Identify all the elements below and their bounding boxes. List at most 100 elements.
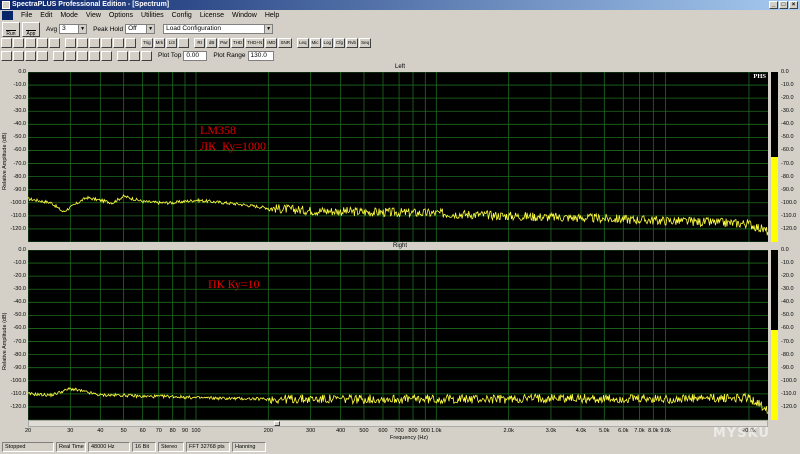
spectrogram-icon[interactable] — [89, 50, 100, 61]
peak-hold-select[interactable]: Off ▼ — [125, 24, 156, 34]
toolbar-icon-6[interactable] — [77, 38, 88, 48]
toolbar-button-db[interactable]: dB — [206, 38, 218, 48]
menu-license[interactable]: License — [196, 10, 228, 21]
toolbar-icon-4[interactable] — [49, 38, 60, 48]
right-spectrum-plot[interactable]: ПК Ку=10 — [28, 250, 768, 420]
peak-hold-label: Peak Hold — [93, 25, 124, 33]
left-annotation: LM358 ЛК Ку=1000 — [200, 123, 267, 153]
menu-window[interactable]: Window — [228, 10, 261, 21]
meter-tick-label: 0.0 — [781, 247, 789, 253]
menu-mode[interactable]: Mode — [56, 10, 82, 21]
meter-tick-label: -90.0 — [781, 186, 794, 193]
toolbar-icon-3[interactable] — [37, 38, 48, 48]
open-icon[interactable] — [13, 50, 24, 61]
x-tick-label: 50 — [120, 428, 127, 434]
zoom-out-icon[interactable] — [129, 50, 140, 61]
run-button[interactable]: Run — [2, 21, 20, 37]
frequency-scrollbar[interactable] — [28, 420, 768, 427]
menu-edit[interactable]: Edit — [36, 10, 56, 21]
toolbar-button-pwr[interactable]: Pwr — [218, 38, 230, 48]
y-tick-label: -100.0 — [10, 199, 26, 206]
3d-surface-icon[interactable] — [101, 50, 112, 61]
left-spectrum-plot[interactable]: LM358 ЛК Ку=1000 PHS — [28, 72, 768, 242]
x-tick-label: 90 — [181, 428, 189, 434]
toolbar-button-cfg[interactable]: Cfg — [334, 38, 346, 48]
right-spectrum-svg — [28, 250, 768, 420]
toolbar-icon-2[interactable] — [25, 38, 36, 48]
print-icon[interactable] — [37, 50, 48, 61]
y-tick-label: -50.0 — [13, 134, 26, 141]
y-tick-label: -20.0 — [13, 95, 26, 102]
minimize-button[interactable]: _ — [769, 1, 778, 9]
toolbar-button-snr[interactable]: SNR — [278, 38, 292, 48]
toolbar-button-rvb[interactable]: Rvb — [346, 38, 359, 48]
toolbar-icon-9[interactable] — [113, 38, 124, 48]
toolbar-button-mic[interactable]: Mic — [309, 38, 321, 48]
x-tick-label: 9.0k — [660, 428, 671, 434]
app-icon — [2, 1, 10, 9]
toolbar-icon-10[interactable] — [125, 38, 136, 48]
y-tick-label: -80.0 — [13, 351, 26, 358]
phase-icon[interactable] — [65, 50, 76, 61]
maximize-button[interactable]: □ — [779, 1, 788, 9]
y-tick-label: -110.0 — [10, 212, 26, 219]
close-button[interactable]: × — [789, 1, 798, 9]
toolbar-icon-5[interactable] — [65, 38, 76, 48]
y-tick-label: -40.0 — [13, 299, 26, 306]
y-tick-label: -60.0 — [13, 325, 26, 332]
toolbar-button-log[interactable]: Log — [321, 38, 334, 48]
toolbar-button-leq[interactable]: Leq — [297, 38, 309, 48]
y-tick-label: -120.0 — [10, 225, 26, 232]
new-icon[interactable] — [1, 50, 12, 61]
configuration-select[interactable]: Load Configuration ▼ — [163, 24, 274, 34]
x-tick-label: 700 — [394, 428, 404, 434]
toolbar-button-trig[interactable]: Trig — [141, 38, 153, 48]
menu-options[interactable]: Options — [105, 10, 137, 21]
meter-tick-label: -80.0 — [781, 173, 794, 180]
meter-tick-label: -50.0 — [781, 312, 794, 319]
meter-tick-label: -20.0 — [781, 273, 794, 280]
left-level-meter-fill — [771, 157, 778, 242]
x-tick-label: 800 — [408, 428, 418, 434]
grid-icon[interactable] — [141, 50, 152, 61]
spectrum-icon[interactable] — [53, 50, 64, 61]
x-tick-label: 7.0k — [634, 428, 645, 434]
toolbar-icon-7[interactable] — [89, 38, 100, 48]
toolbar-icon-14[interactable] — [178, 38, 190, 48]
menu-help[interactable]: Help — [261, 10, 283, 21]
y-tick-label: -60.0 — [13, 147, 26, 154]
left-level-meter — [771, 72, 778, 242]
toolbar-icon-0[interactable] — [1, 38, 12, 48]
document-icon[interactable] — [2, 11, 13, 20]
save-icon[interactable] — [25, 50, 36, 61]
menu-file[interactable]: File — [17, 10, 36, 21]
meter-tick-label: -20.0 — [781, 95, 794, 102]
toolbar-button-rt[interactable]: Rt — [194, 38, 206, 48]
time-series-icon[interactable] — [77, 50, 88, 61]
scrollbar-thumb[interactable] — [274, 421, 280, 426]
menu-view[interactable]: View — [82, 10, 105, 21]
menu-utilities[interactable]: Utilities — [137, 10, 168, 21]
plot-range-input[interactable]: 130.0 — [247, 50, 274, 61]
app-button[interactable]: App — [22, 21, 40, 37]
toolbar-button-imd[interactable]: IMD — [265, 38, 278, 48]
x-tick-label: 8.0k — [648, 428, 659, 434]
toolbar-button-seq[interactable]: Seq — [359, 38, 372, 48]
left-panel-title: Left — [0, 63, 800, 71]
toolbar-button-1-3[interactable]: 1/3 — [166, 38, 178, 48]
menu-config[interactable]: Config — [168, 10, 196, 21]
chevron-down-icon: ▼ — [146, 25, 155, 33]
status-window: Hanning — [232, 442, 266, 452]
avg-select[interactable]: 3 ▼ — [59, 24, 88, 34]
y-tick-label: -10.0 — [13, 82, 26, 89]
zoom-in-icon[interactable] — [117, 50, 128, 61]
y-tick-label: 0.0 — [18, 69, 26, 75]
y-tick-label: -20.0 — [13, 273, 26, 280]
toolbar-button-thd-n[interactable]: THD+N — [245, 38, 265, 48]
plot-top-input[interactable]: 0.00 — [183, 50, 208, 61]
toolbar-icon-8[interactable] — [101, 38, 112, 48]
toolbar-button-mrk[interactable]: Mrk — [153, 38, 166, 48]
toolbar-icon-1[interactable] — [13, 38, 24, 48]
status-fft-size: FFT 32768 pts — [186, 442, 230, 452]
toolbar-button-thd[interactable]: THD — [230, 38, 245, 48]
